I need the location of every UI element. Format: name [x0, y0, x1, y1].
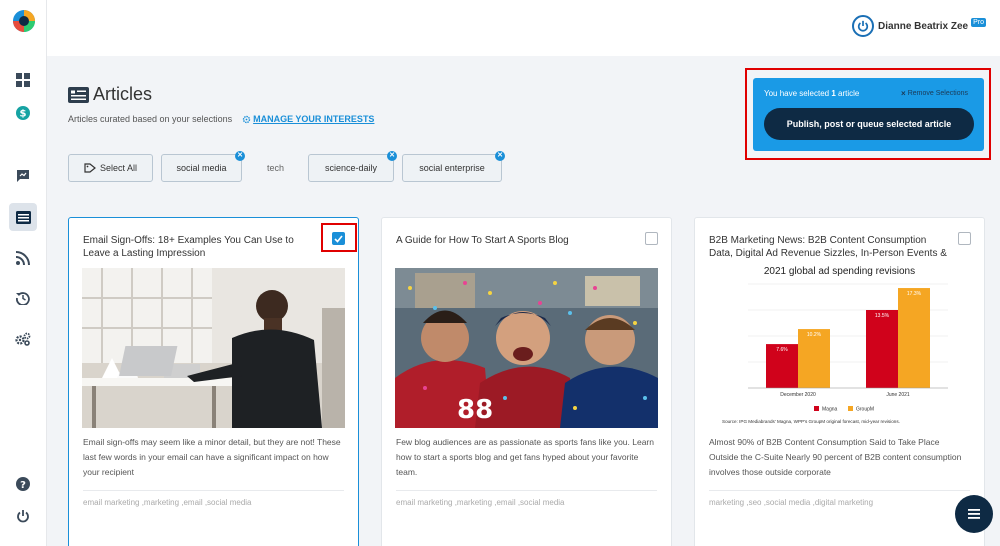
chart-data-label: 17.3% — [907, 291, 922, 297]
article-card[interactable]: Email Sign-Offs: 18+ Examples You Can Us… — [68, 217, 359, 546]
sidebar-item-articles[interactable] — [9, 203, 37, 231]
power-icon — [857, 20, 869, 32]
article-checkbox[interactable] — [958, 232, 971, 245]
selection-count: 1 — [831, 89, 836, 98]
sidebar: $ ? — [0, 0, 47, 546]
dollar-icon: $ — [16, 106, 30, 120]
svg-text:$: $ — [20, 109, 27, 120]
legend-swatch — [814, 406, 819, 411]
remove-selections-label: Remove Selections — [907, 90, 968, 97]
chip-label: tech — [266, 163, 284, 173]
user-menu[interactable]: Dianne Beatrix Zee Pro — [852, 15, 986, 37]
chart-bar-groupm — [898, 288, 930, 388]
chart-data-label: 10.2% — [807, 332, 822, 338]
article-description: Almost 90% of B2B Content Consumption Sa… — [709, 437, 962, 477]
checkbox-highlight — [321, 223, 357, 252]
article-description: Few blog audiences are as passionate as … — [396, 437, 654, 477]
tag-icon — [84, 163, 96, 173]
gears-icon — [15, 332, 31, 346]
chip-remove-icon[interactable]: ✕ — [495, 151, 505, 161]
chip-remove-icon[interactable]: ✕ — [235, 151, 245, 161]
selection-prefix: You have selected — [764, 89, 830, 98]
article-description: Email sign-offs may seem like a minor de… — [83, 437, 341, 477]
pro-badge: Pro — [971, 17, 986, 27]
avatar — [852, 15, 875, 37]
ad-spending-chart: 7.6% 10.2% 13.5% 17.3% December 2020 June 20… — [722, 283, 948, 424]
card-divider — [83, 490, 344, 491]
sidebar-item-dashboard[interactable] — [9, 66, 37, 94]
selection-count-text: You have selected 1 article — [764, 89, 859, 98]
article-image[interactable]: 88 — [395, 268, 658, 428]
rss-icon — [16, 251, 30, 265]
article-card[interactable]: B2B Marketing News: B2B Content Consumpt… — [694, 217, 985, 546]
select-all-label: Select All — [99, 163, 138, 173]
chart-bar-magna — [866, 310, 898, 388]
publish-button[interactable]: Publish, post or queue selected article — [764, 108, 974, 140]
chip-science-daily[interactable]: science-daily ✕ — [308, 151, 397, 182]
card-divider — [396, 490, 657, 491]
sports-fans-photo: 88 — [395, 268, 658, 428]
article-card[interactable]: A Guide for How To Start A Sports Blog 8… — [381, 217, 672, 546]
selection-suffix: article — [838, 89, 860, 98]
chip-label: social enterprise — [419, 163, 485, 173]
svg-text:88: 88 — [457, 395, 493, 425]
chart-category-label: June 2021 — [886, 392, 910, 398]
sidebar-item-settings[interactable] — [9, 325, 37, 353]
top-header: Dianne Beatrix Zee Pro — [47, 0, 1000, 56]
sidebar-item-feeds[interactable] — [9, 244, 37, 272]
article-image[interactable]: 2021 global ad spending revisions 7.6% 10… — [708, 266, 971, 426]
sidebar-item-logout[interactable] — [9, 502, 37, 530]
chip-remove-icon[interactable]: ✕ — [387, 151, 397, 161]
article-title[interactable]: Email Sign-Offs: 18+ Examples You Can Us… — [83, 234, 323, 260]
office-photo — [82, 268, 345, 428]
article-title[interactable]: B2B Marketing News: B2B Content Consumpt… — [709, 234, 949, 260]
chart-category-label: December 2020 — [780, 392, 816, 398]
chip-label: science-daily — [324, 163, 378, 173]
sidebar-item-billing[interactable]: $ — [9, 99, 37, 127]
legend-label: Magna — [822, 407, 838, 413]
manage-interests-link[interactable]: MANAGE YOUR INTERESTS — [242, 114, 374, 124]
sidebar-item-help[interactable]: ? — [9, 470, 37, 498]
chart-source: Source: IPG Mediabrands' Magna, WPP's Gr… — [722, 419, 900, 424]
article-title[interactable]: A Guide for How To Start A Sports Blog — [396, 234, 636, 247]
sidebar-item-messages[interactable] — [9, 162, 37, 190]
page-title: Articles — [68, 84, 152, 105]
gear-icon — [242, 115, 251, 123]
chat-icon — [17, 170, 29, 182]
card-divider — [709, 490, 970, 491]
article-tags: email marketing ,marketing ,email ,socia… — [83, 498, 252, 507]
subtitle-text: Articles curated based on your selection… — [68, 114, 233, 124]
article-checkbox[interactable] — [645, 232, 658, 245]
page-subtitle: Articles curated based on your selection… — [68, 114, 374, 124]
history-icon — [16, 292, 30, 305]
chart-data-label: 13.5% — [875, 313, 890, 319]
chip-social-media[interactable]: social media ✕ — [161, 151, 245, 182]
menu-fab-button[interactable] — [955, 495, 993, 533]
chart-data-label: 7.6% — [776, 347, 788, 353]
chip-tech[interactable]: tech — [248, 154, 303, 182]
article-image[interactable] — [82, 268, 345, 428]
dashboard-icon — [16, 73, 30, 87]
remove-selections-button[interactable]: × Remove Selections — [901, 89, 968, 98]
app-logo-icon[interactable] — [12, 9, 36, 33]
articles-icon — [68, 86, 89, 103]
manage-interests-label: MANAGE YOUR INTERESTS — [253, 114, 375, 124]
article-tags: marketing ,seo ,social media ,digital ma… — [709, 498, 874, 507]
sidebar-item-history[interactable] — [9, 284, 37, 312]
help-icon: ? — [16, 477, 30, 491]
chip-label: social media — [176, 163, 227, 173]
menu-icon — [968, 509, 980, 519]
legend-swatch — [848, 406, 853, 411]
select-all-button[interactable]: Select All — [68, 154, 153, 182]
selection-panel: You have selected 1 article × Remove Sel… — [753, 78, 984, 151]
legend-label: GroupM — [856, 407, 874, 413]
close-icon: × — [901, 89, 906, 98]
articles-icon — [15, 210, 31, 224]
user-name: Dianne Beatrix Zee — [878, 20, 969, 32]
article-tags: email marketing ,marketing ,email ,socia… — [396, 498, 565, 507]
page-title-text: Articles — [93, 84, 153, 104]
svg-text:?: ? — [20, 480, 26, 491]
power-icon — [17, 510, 29, 523]
chip-social-enterprise[interactable]: social enterprise ✕ — [402, 151, 505, 182]
